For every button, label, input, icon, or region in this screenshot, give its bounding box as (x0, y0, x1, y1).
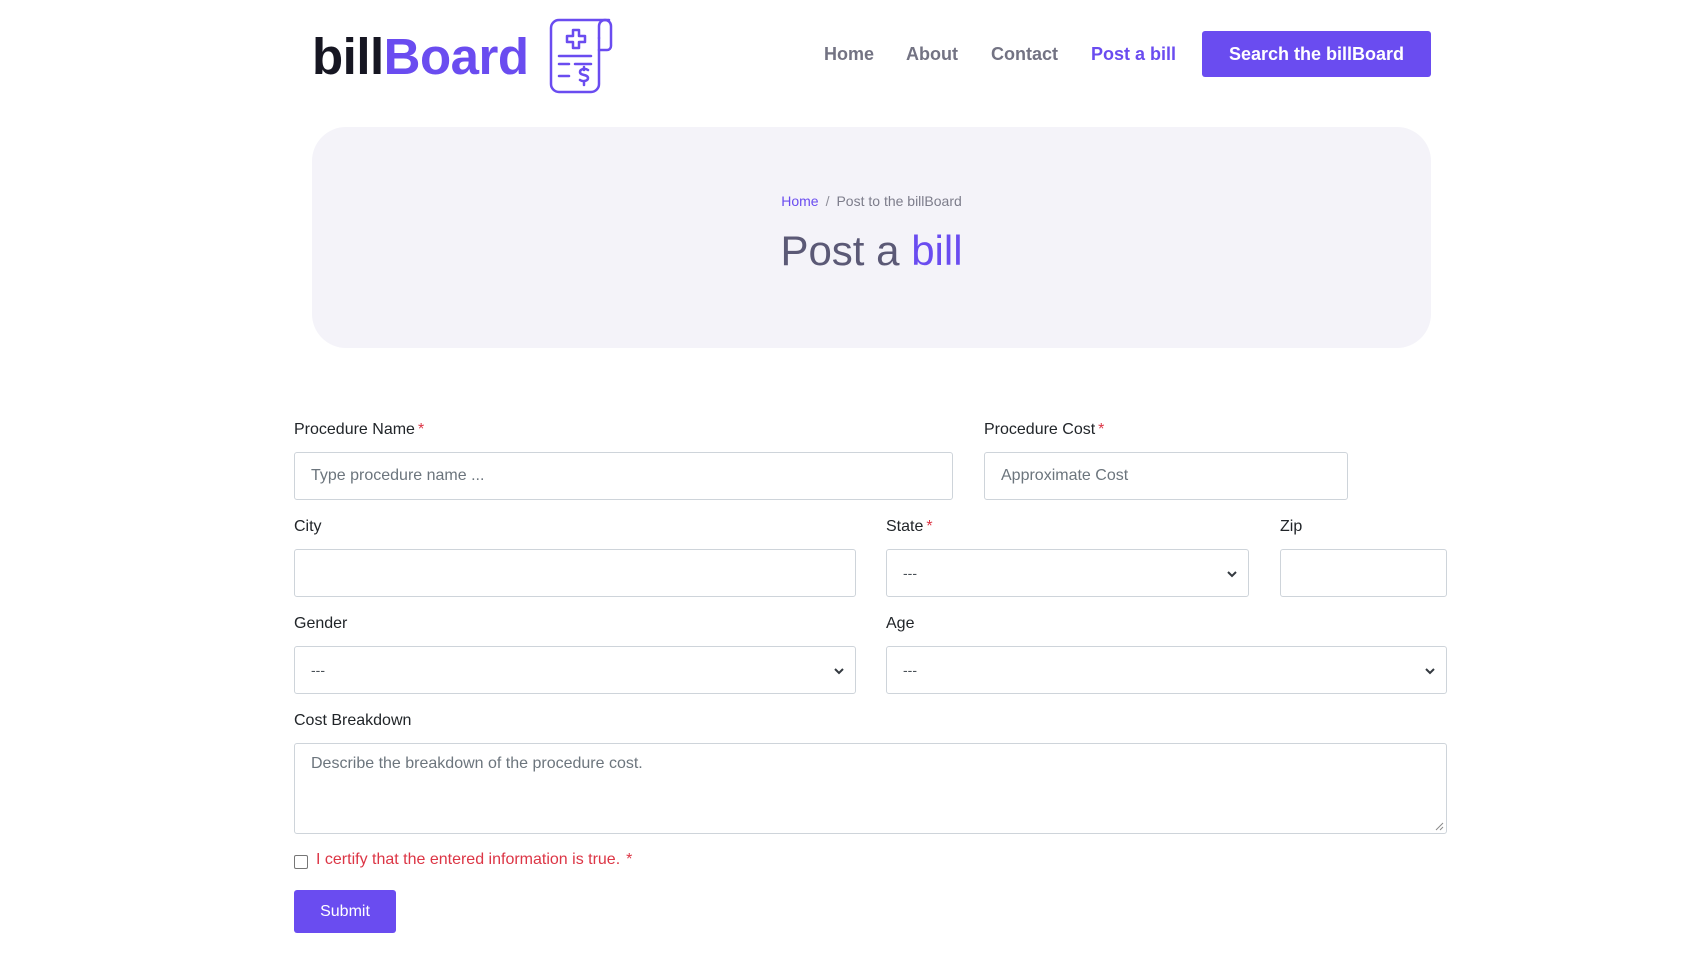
procedure-cost-input[interactable]: Approximate Cost (984, 452, 1348, 500)
nav-contact[interactable]: Contact (991, 31, 1058, 77)
breadcrumb-separator: / (825, 193, 830, 209)
state-label: State * (886, 518, 933, 536)
state-select[interactable]: --- (886, 549, 1249, 597)
procedure-cost-label-text: Procedure Cost (984, 421, 1096, 438)
page-title-accent: bill (911, 227, 963, 274)
required-mark: * (626, 851, 633, 868)
breadcrumb-current: Post to the billBoard (836, 193, 962, 209)
page-title-prefix: Post a (780, 227, 900, 274)
certify-label[interactable]: I certify that the entered information i… (316, 851, 632, 869)
submit-button[interactable]: Submit (294, 890, 396, 933)
procedure-name-label-text: Procedure Name (294, 421, 415, 438)
city-input[interactable] (294, 549, 856, 597)
required-mark: * (926, 518, 933, 535)
gender-select[interactable]: --- (294, 646, 856, 694)
zip-label: Zip (1280, 518, 1303, 535)
main-nav: Home About Contact Post a bill (0, 31, 1708, 77)
state-label-text: State (886, 518, 924, 535)
nav-home[interactable]: Home (824, 31, 874, 77)
gender-selected-value: --- (311, 662, 325, 678)
age-select[interactable]: --- (886, 646, 1447, 694)
procedure-cost-label: Procedure Cost * (984, 421, 1104, 439)
procedure-name-label: Procedure Name * (294, 421, 424, 439)
chevron-down-icon (1227, 571, 1237, 578)
required-mark: * (1098, 421, 1105, 438)
gender-label: Gender (294, 615, 348, 632)
page-hero: Home / Post to the billBoard Post a bill (312, 127, 1431, 348)
age-label: Age (886, 615, 915, 632)
certify-label-text: I certify that the entered information i… (316, 851, 621, 868)
certify-checkbox[interactable] (294, 855, 308, 869)
city-label: City (294, 518, 322, 535)
required-mark: * (417, 421, 425, 438)
procedure-name-input[interactable]: Type procedure name ... (294, 452, 953, 500)
page-title: Post a bill (312, 227, 1431, 275)
nav-about[interactable]: About (906, 31, 958, 77)
state-selected-value: --- (903, 565, 917, 581)
search-billboard-button[interactable]: Search the billBoard (1202, 31, 1431, 77)
zip-input[interactable] (1280, 549, 1447, 597)
breadcrumb-home-link[interactable]: Home (781, 193, 818, 209)
breadcrumb: Home / Post to the billBoard (312, 193, 1431, 209)
resize-handle-icon[interactable] (1434, 821, 1444, 831)
procedure-cost-placeholder: Approximate Cost (1001, 467, 1129, 484)
procedure-name-placeholder: Type procedure name ... (311, 467, 485, 484)
age-selected-value: --- (903, 662, 917, 678)
cost-breakdown-textarea[interactable]: Describe the breakdown of the procedure … (294, 743, 1447, 834)
cost-breakdown-placeholder: Describe the breakdown of the procedure … (311, 755, 643, 772)
nav-post-a-bill[interactable]: Post a bill (1091, 31, 1176, 77)
cost-breakdown-label: Cost Breakdown (294, 712, 412, 729)
chevron-down-icon (834, 668, 844, 675)
chevron-down-icon (1425, 668, 1435, 675)
